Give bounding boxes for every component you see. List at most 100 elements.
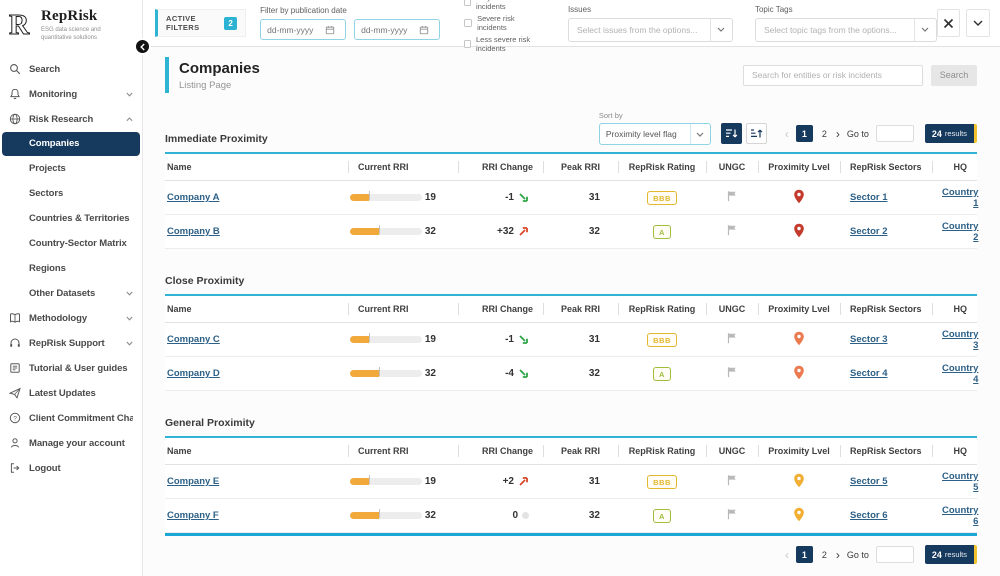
sidebar-item-reprisk-support[interactable]: RepRisk Support: [0, 331, 142, 356]
prev-page-button[interactable]: ‹: [785, 549, 789, 561]
trend-down-icon: [518, 334, 529, 345]
sidebar-item-client-commitment-charter[interactable]: ? Client Commitment Charter: [0, 406, 142, 431]
sidebar-item-monitoring[interactable]: Monitoring: [0, 82, 142, 107]
question-circle-icon: ?: [9, 412, 22, 425]
sidebar-nav: Search Monitoring Risk Research Companie…: [0, 57, 142, 481]
results-badge: 24 results: [925, 545, 977, 564]
date-to-input[interactable]: [361, 25, 419, 35]
sidebar-item-companies[interactable]: Companies: [2, 132, 140, 156]
proximity-pin-icon: [793, 473, 805, 488]
sector-link[interactable]: Sector 3: [850, 334, 888, 345]
section-title: Close Proximity: [165, 275, 244, 287]
sector-link[interactable]: Sector 6: [850, 510, 888, 521]
sort-ascending-button[interactable]: [746, 123, 767, 144]
reprisk-rating-badge: BBB: [647, 191, 677, 205]
sort-by-label: Sort by: [599, 111, 711, 120]
date-to-field[interactable]: [354, 19, 440, 40]
issues-select[interactable]: Select issues from the options...: [568, 18, 733, 42]
hq-country-link[interactable]: Country 1: [942, 187, 978, 209]
rri-bar: [350, 370, 422, 377]
sidebar-item-search[interactable]: Search: [0, 57, 142, 82]
chevron-down-icon: [126, 291, 133, 296]
sector-link[interactable]: Sector 4: [850, 368, 888, 379]
sector-link[interactable]: Sector 1: [850, 192, 888, 203]
sidebar-item-latest-updates[interactable]: Latest Updates: [0, 381, 142, 406]
prev-page-button[interactable]: ‹: [785, 128, 789, 140]
ungc-flag-icon: [726, 224, 738, 236]
sidebar-item-countries-territories[interactable]: Countries & Territories: [0, 206, 142, 231]
company-link[interactable]: Company E: [167, 476, 219, 487]
proximity-pin-icon: [793, 223, 805, 238]
sidebar-item-manage-account[interactable]: Manage your account: [0, 431, 142, 456]
sidebar-item-other-datasets[interactable]: Other Datasets: [0, 281, 142, 306]
next-page-button[interactable]: ›: [836, 128, 840, 140]
rri-change-cell: -1: [458, 192, 543, 203]
proximity-pin-icon: [793, 507, 805, 522]
page-2-button[interactable]: 2: [820, 129, 829, 139]
sidebar-item-logout[interactable]: Logout: [0, 456, 142, 481]
topic-tags-select[interactable]: Select topic tags from the options...: [755, 18, 937, 42]
table-row: Company E 19 +2 31 BBB Secto: [165, 465, 977, 499]
section-close-proximity: Close Proximity Name Current RRI RRI Cha…: [165, 275, 977, 391]
globe-icon: [9, 113, 22, 126]
companies-table: Name Current RRI RRI Change Peak RRI Rep…: [165, 294, 977, 391]
less-severe-checkbox[interactable]: [464, 40, 471, 48]
sector-link[interactable]: Sector 2: [850, 226, 888, 237]
company-link[interactable]: Company A: [167, 192, 219, 203]
reprisk-rating-badge: A: [653, 367, 671, 381]
goto-page-input[interactable]: [876, 125, 914, 142]
headset-icon: [9, 337, 22, 350]
pagination-bottom: ‹ 1 2 › Go to 24 results: [785, 545, 977, 564]
sidebar-item-sectors[interactable]: Sectors: [0, 181, 142, 206]
chevron-down-icon: [914, 19, 936, 41]
clear-filters-button[interactable]: [937, 9, 961, 37]
page-2-button[interactable]: 2: [820, 550, 829, 560]
table-row: Company F 32 0 32 A Sector 6: [165, 499, 977, 533]
section-immediate-proximity: Immediate Proximity Sort by Proximity le…: [165, 111, 977, 249]
page-1-button[interactable]: 1: [796, 546, 813, 563]
sort-by-select[interactable]: Proximity level flag: [599, 123, 711, 145]
list-controls: Sort by Proximity level flag: [599, 111, 977, 145]
page-1-button[interactable]: 1: [796, 125, 813, 142]
sidebar-item-regions[interactable]: Regions: [0, 256, 142, 281]
sector-link[interactable]: Sector 5: [850, 476, 888, 487]
sidebar-item-country-sector-matrix[interactable]: Country-Sector Matrix: [0, 231, 142, 256]
active-filters-label: ACTIVE FILTERS: [166, 14, 217, 32]
company-link[interactable]: Company B: [167, 226, 220, 237]
sidebar-item-projects[interactable]: Projects: [0, 156, 142, 181]
collapse-filters-button[interactable]: [966, 9, 990, 37]
hq-country-link[interactable]: Country 3: [942, 329, 978, 351]
date-from-input[interactable]: [267, 25, 325, 35]
sort-descending-icon: [725, 127, 738, 140]
filter-bar: ACTIVE FILTERS 2 Filter by publication d…: [143, 0, 1000, 47]
proximity-pin-icon: [793, 365, 805, 380]
search-button[interactable]: Search: [931, 65, 977, 86]
active-filters[interactable]: ACTIVE FILTERS 2: [155, 9, 246, 37]
severe-checkbox[interactable]: [464, 19, 472, 27]
date-from-field[interactable]: [260, 19, 346, 40]
very-severe-checkbox[interactable]: [464, 0, 471, 6]
sort-descending-button[interactable]: [721, 123, 742, 144]
sidebar-item-tutorial-user-guides[interactable]: Tutorial & User guides: [0, 356, 142, 381]
goto-page-input[interactable]: [876, 546, 914, 563]
sidebar-item-risk-research[interactable]: Risk Research: [0, 107, 142, 132]
close-icon: [943, 18, 954, 29]
hq-country-link[interactable]: Country 5: [942, 471, 978, 493]
entity-search-input[interactable]: [743, 65, 923, 86]
company-link[interactable]: Company F: [167, 510, 219, 521]
hq-country-link[interactable]: Country 6: [942, 505, 978, 527]
current-rri-cell: 19: [348, 476, 458, 487]
severity-filter: Very severe risk incidents Severe risk i…: [464, 0, 546, 53]
current-rri-cell: 19: [348, 192, 458, 203]
company-link[interactable]: Company D: [167, 368, 220, 379]
issues-label: Issues: [568, 5, 733, 14]
hq-country-link[interactable]: Country 4: [942, 363, 978, 385]
hq-country-link[interactable]: Country 2: [942, 221, 978, 243]
company-link[interactable]: Company C: [167, 334, 220, 345]
sidebar-collapse-button[interactable]: [134, 38, 151, 55]
bell-icon: [9, 88, 22, 101]
next-page-button[interactable]: ›: [836, 549, 840, 561]
rri-change-cell: +32: [458, 226, 543, 237]
peak-rri-cell: 32: [543, 510, 618, 521]
sidebar-item-methodology[interactable]: Methodology: [0, 306, 142, 331]
